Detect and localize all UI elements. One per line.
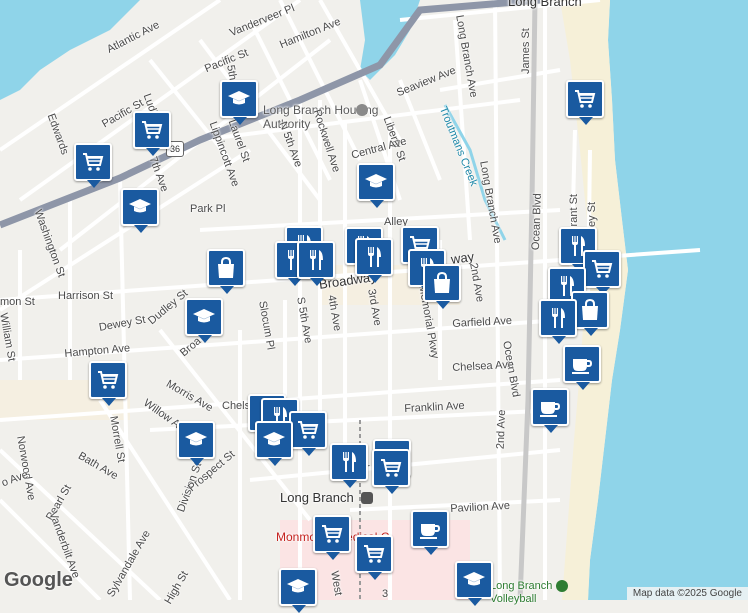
fork-knife-pin[interactable]: [539, 299, 577, 344]
coffee-cup-icon: [418, 517, 442, 541]
shopping-cart-pin[interactable]: [74, 143, 112, 188]
shopping-cart-pin[interactable]: [566, 80, 604, 125]
shopping-cart-icon: [320, 522, 344, 546]
graduation-cap-pin[interactable]: [121, 188, 159, 233]
shopping-cart-pin[interactable]: [289, 411, 327, 456]
graduation-cap-pin[interactable]: [357, 163, 395, 208]
graduation-cap-pin[interactable]: [255, 421, 293, 466]
shopping-cart-icon: [140, 118, 164, 142]
volleyball-icon: [556, 580, 568, 592]
shopping-cart-pin[interactable]: [133, 111, 171, 156]
label-long-branch-station: Long Branch: [280, 490, 354, 505]
route-36-label: 36: [169, 144, 180, 154]
coffee-cup-icon: [538, 395, 562, 419]
coffee-cup-pin[interactable]: [531, 388, 569, 433]
graduation-cap-icon: [227, 87, 251, 111]
shopping-cart-icon: [379, 456, 403, 480]
label-park-pl: Park Pl: [190, 203, 226, 215]
shopping-bag-icon: [578, 298, 602, 322]
label-long-branch-top: Long Branch: [508, 0, 582, 9]
fork-knife-icon: [304, 248, 328, 272]
label-5th: 5th: [224, 64, 239, 82]
shopping-cart-icon: [96, 368, 120, 392]
google-logo: Google: [4, 569, 73, 591]
coffee-cup-icon: [570, 352, 594, 376]
shopping-cart-pin[interactable]: [355, 535, 393, 580]
graduation-cap-pin[interactable]: [185, 298, 223, 343]
coffee-cup-pin[interactable]: [563, 345, 601, 390]
label-chels: Chels: [222, 400, 251, 412]
shopping-cart-icon: [296, 418, 320, 442]
graduation-cap-icon: [262, 428, 286, 452]
shopping-cart-icon: [81, 150, 105, 174]
graduation-cap-icon: [184, 428, 208, 452]
label-james-st: James St: [520, 28, 532, 74]
fork-knife-icon: [546, 306, 570, 330]
graduation-cap-pin[interactable]: [220, 80, 258, 125]
shopping-cart-pin[interactable]: [313, 515, 351, 560]
label-ocean-blvd-n: Ocean Blvd: [529, 193, 544, 251]
fork-knife-pin[interactable]: [297, 241, 335, 286]
fork-knife-pin[interactable]: [330, 443, 368, 488]
graduation-cap-pin[interactable]: [455, 561, 493, 606]
shopping-bag-icon: [214, 256, 238, 280]
housing-authority-icon: [356, 104, 368, 116]
shopping-bag-icon: [430, 271, 454, 295]
label-2nd-ave-s: 2nd Ave: [494, 409, 509, 450]
graduation-cap-icon: [128, 195, 152, 219]
label-harrison-st: Harrison St: [58, 290, 114, 302]
shopping-cart-icon: [362, 542, 386, 566]
shopping-cart-pin[interactable]: [89, 361, 127, 406]
shopping-cart-pin[interactable]: [372, 449, 410, 494]
shopping-cart-pin[interactable]: [583, 250, 621, 295]
graduation-cap-icon: [364, 170, 388, 194]
shopping-bag-pin[interactable]: [423, 264, 461, 309]
coffee-cup-pin[interactable]: [411, 510, 449, 555]
graduation-cap-icon: [462, 568, 486, 592]
shopping-cart-icon: [590, 257, 614, 281]
graduation-cap-icon: [192, 305, 216, 329]
label-3: 3: [382, 588, 389, 600]
shopping-cart-icon: [573, 87, 597, 111]
fork-knife-icon: [337, 450, 361, 474]
ocean-blvd: [517, 0, 538, 600]
train-station-icon: [361, 492, 373, 504]
graduation-cap-pin[interactable]: [279, 568, 317, 613]
graduation-cap-icon: [286, 575, 310, 599]
graduation-cap-pin[interactable]: [177, 421, 215, 466]
fork-knife-pin[interactable]: [355, 238, 393, 283]
map-attribution[interactable]: Map data ©2025 Google: [626, 587, 748, 600]
shopping-bag-pin[interactable]: [207, 249, 245, 294]
fork-knife-icon: [362, 245, 386, 269]
label-mon-st: mon St: [0, 296, 35, 308]
